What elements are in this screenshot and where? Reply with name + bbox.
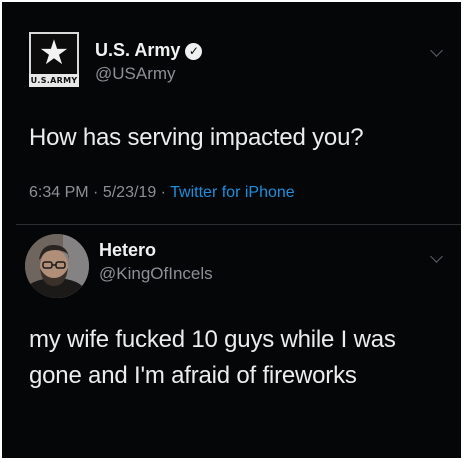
reply-author-handle[interactable]: @KingOfIncels <box>99 264 213 284</box>
author-name[interactable]: U.S. Army ✓ <box>95 40 203 61</box>
tweet-source-link[interactable]: Twitter for iPhone <box>170 184 295 201</box>
user-avatar[interactable] <box>25 234 89 298</box>
chevron-down-icon[interactable] <box>430 250 443 263</box>
reply-tweet[interactable]: Hetero @KingOfIncels my wife fucked 10 g… <box>2 224 461 458</box>
person-photo-icon <box>25 234 89 298</box>
reply-author-name[interactable]: Hetero <box>99 240 156 261</box>
army-avatar[interactable]: ★ U.S.ARMY <box>29 32 79 88</box>
tweet-text: How has serving impacted you? <box>29 124 364 151</box>
tweet-date: 5/23/19 <box>102 184 157 201</box>
meta-separator: · <box>93 184 99 201</box>
verified-icon: ✓ <box>185 43 203 60</box>
reply-text-line-1: my wife fucked 10 guys while I was <box>29 326 396 353</box>
army-logo-text: U.S.ARMY <box>29 74 79 87</box>
tweet-divider <box>16 224 461 225</box>
star-icon: ★ <box>38 33 70 73</box>
author-handle[interactable]: @USArmy <box>95 64 176 84</box>
original-tweet[interactable]: ★ U.S.ARMY U.S. Army ✓ @USArmy How has se… <box>2 2 461 224</box>
reply-text-line-2: gone and I'm afraid of fireworks <box>29 362 357 389</box>
chevron-down-icon[interactable] <box>430 44 443 57</box>
tweet-meta: 6:34 PM · 5/23/19 · Twitter for iPhone <box>29 184 295 202</box>
tweet-screenshot: ★ U.S.ARMY U.S. Army ✓ @USArmy How has se… <box>2 2 461 458</box>
tweet-time: 6:34 PM <box>29 184 89 201</box>
author-name-text: U.S. Army <box>95 40 181 60</box>
meta-separator: · <box>160 184 166 201</box>
